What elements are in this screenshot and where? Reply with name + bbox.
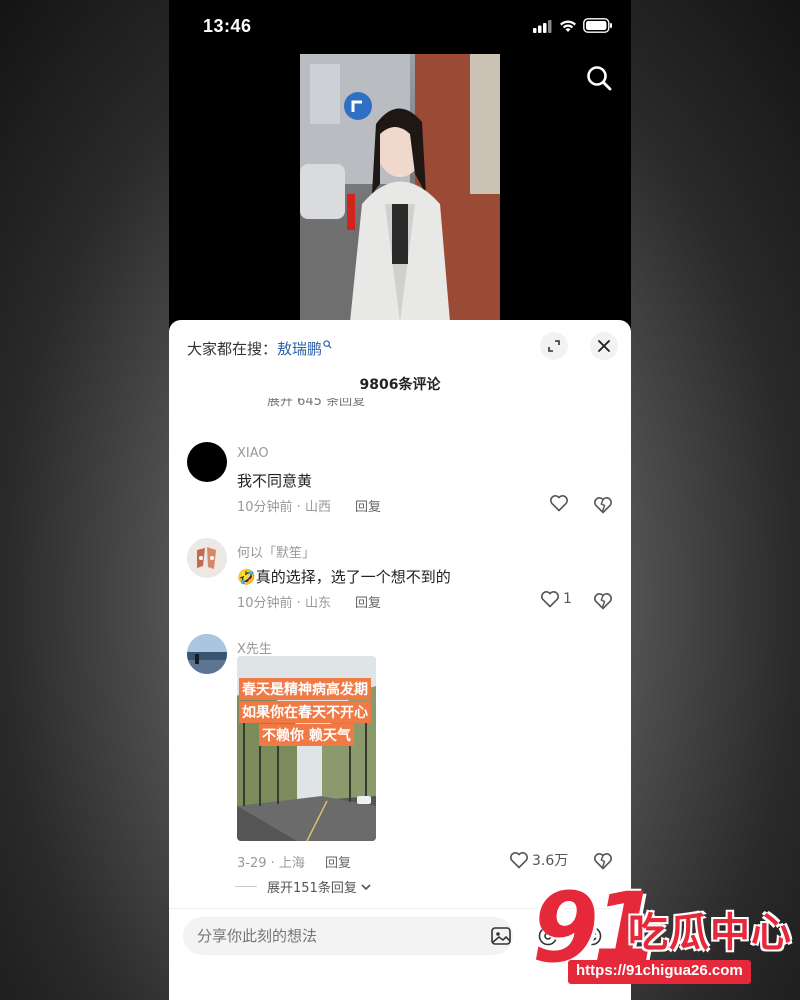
expand-replies-button[interactable]: 展开151条回复 — [235, 877, 372, 896]
reply-button[interactable]: 回复 — [325, 852, 351, 871]
broken-heart-icon[interactable] — [593, 851, 613, 871]
comment-image[interactable]: 春天是精神病高发期 如果你在春天不开心 不赖你 赖天气 — [237, 656, 376, 841]
status-icons — [533, 18, 613, 33]
avatar[interactable] — [187, 442, 227, 482]
comment-text: 🤣真的选择，选了一个想不到的 — [237, 566, 451, 587]
heart-icon — [550, 495, 568, 512]
comment-meta: 3-29 · 上海 — [237, 856, 305, 871]
video-frame-image — [300, 54, 500, 322]
expand-icon — [548, 340, 560, 352]
search-icon[interactable] — [585, 64, 613, 92]
hot-search-prefix: 大家都在搜： — [187, 340, 278, 358]
heart-icon — [510, 852, 528, 869]
comment-meta: 10分钟前 · 山东 — [237, 596, 331, 611]
video-thumbnail[interactable] — [300, 54, 500, 322]
comment-count: 9806条评论 — [359, 377, 441, 393]
site-watermark: 91 吃瓜中心 https://91chigua26.com — [532, 878, 800, 1000]
watermark-url: https://91chigua26.com — [568, 960, 751, 984]
signal-icon — [533, 19, 552, 33]
clipped-expand-replies: 展开 645 条回复 — [267, 398, 366, 409]
comment-author[interactable]: XIAO — [237, 446, 269, 461]
close-sheet-button[interactable] — [590, 332, 618, 360]
avatar[interactable] — [187, 538, 227, 578]
small-search-icon — [323, 340, 332, 349]
reply-button[interactable]: 回复 — [355, 496, 381, 515]
comment-item: XIAO 我不同意黄 10分钟前 · 山西 回复 — [187, 442, 617, 522]
watermark-title: 吃瓜中心 — [628, 910, 792, 956]
like-button[interactable]: 3.6万 — [509, 850, 568, 870]
image-caption: 如果你在春天不开心 — [239, 701, 371, 723]
reply-button[interactable]: 回复 — [355, 592, 381, 611]
broken-heart-icon[interactable] — [593, 591, 613, 611]
avatar-image — [197, 547, 216, 569]
like-count: 3.6万 — [532, 853, 569, 869]
comment-item: X先生 春天是精神病高发期 如果你在春天不开心 不赖你 赖天气 3-29 · 上… — [187, 634, 617, 884]
avatar[interactable] — [187, 634, 227, 674]
hot-search-keyword[interactable]: 敖瑞鹏 — [277, 340, 322, 358]
status-time: 13:46 — [203, 16, 252, 36]
comment-input[interactable] — [183, 917, 513, 955]
image-caption: 春天是精神病高发期 — [239, 678, 371, 700]
hot-search-bar[interactable]: 大家都在搜：敖瑞鹏 — [187, 338, 332, 359]
divider-line — [235, 886, 257, 887]
expand-sheet-button[interactable] — [540, 332, 568, 360]
comment-author[interactable]: 何以「默笙」 — [237, 542, 315, 561]
laughing-emoji: 🤣 — [237, 568, 256, 586]
avatar-image — [187, 634, 227, 674]
image-caption: 不赖你 赖天气 — [259, 724, 354, 746]
close-icon — [598, 340, 610, 352]
status-bar: 13:46 — [169, 0, 631, 54]
wifi-icon — [560, 19, 576, 32]
broken-heart-icon[interactable] — [593, 495, 613, 515]
heart-icon — [541, 591, 559, 608]
comment-text-body: 真的选择，选了一个想不到的 — [255, 568, 451, 586]
like-button[interactable]: 1 — [540, 590, 572, 608]
comment-meta: 10分钟前 · 山西 — [237, 500, 331, 515]
phone-screen: 13:46 大家都在搜：敖瑞鹏 9806条评论 展开 645 条回复 XIAO … — [169, 0, 631, 1000]
comment-author[interactable]: X先生 — [237, 638, 272, 657]
chevron-down-icon — [361, 883, 371, 890]
like-count: 1 — [563, 591, 572, 607]
image-icon[interactable] — [490, 925, 512, 947]
like-button[interactable] — [549, 494, 569, 512]
expand-replies-label: 展开151条回复 — [267, 881, 357, 896]
battery-icon — [583, 18, 612, 33]
comment-text: 我不同意黄 — [237, 472, 313, 490]
comment-item: 何以「默笙」 🤣真的选择，选了一个想不到的 10分钟前 · 山东 回复 1 — [187, 538, 617, 618]
